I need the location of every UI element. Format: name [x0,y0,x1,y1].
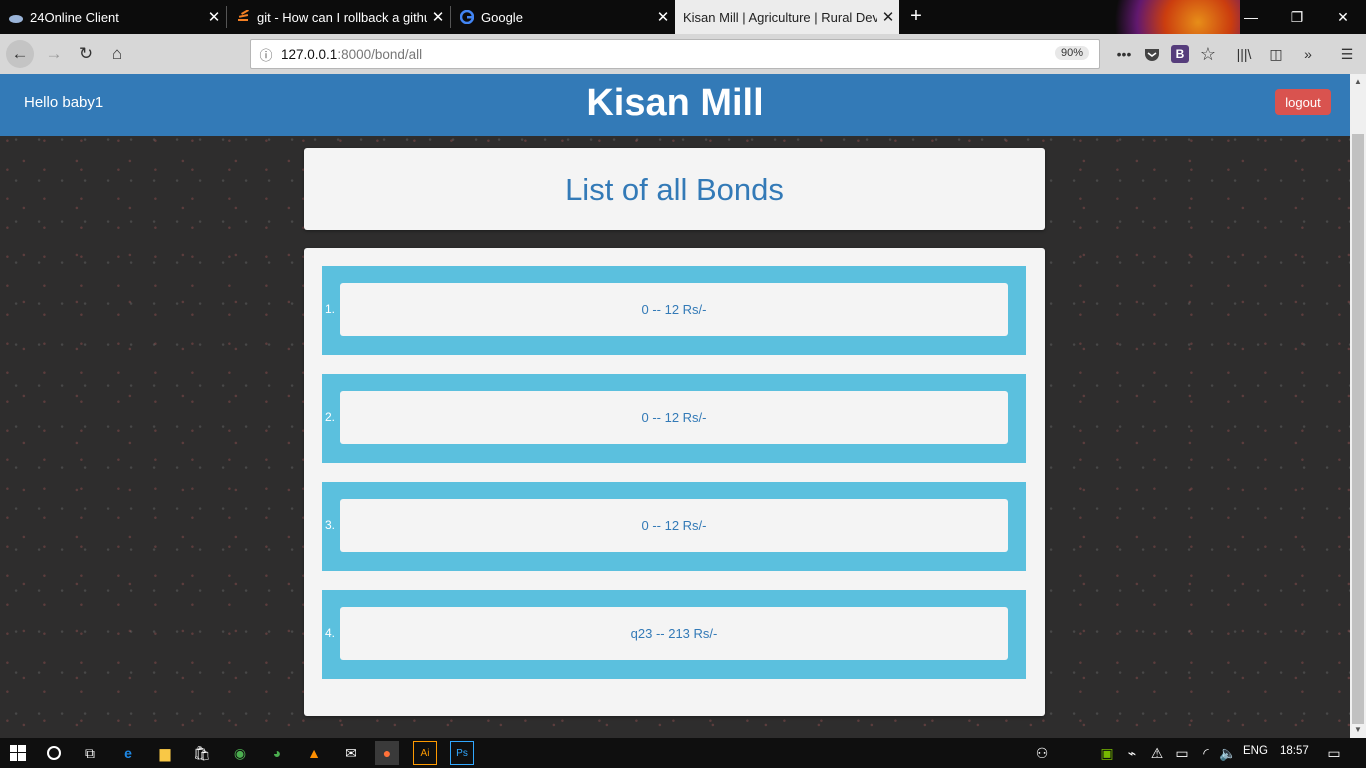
page-viewport: Hello baby1 Kisan Mill logout List of al… [0,74,1350,738]
close-icon[interactable]: ✕ [427,8,449,26]
logout-button[interactable]: logout [1275,89,1331,115]
tab-title: git - How can I rollback a github [257,9,427,25]
language-indicator[interactable]: ENG [1243,745,1268,757]
scroll-up-icon[interactable]: ▲ [1350,74,1366,90]
list-item: 1. 0 -- 12 Rs/- [322,266,1026,355]
sidebar-icon[interactable]: ◫ [1265,43,1287,65]
zoom-level[interactable]: 90% [1054,46,1089,60]
tab-24online[interactable]: 24Online Client ✕ [0,0,225,34]
bond-list-panel: 1. 0 -- 12 Rs/- 2. 0 -- 12 Rs/- 3. 0 -- … [304,248,1045,716]
start-icon[interactable] [6,741,30,765]
illustrator-icon[interactable]: Ai [413,741,437,765]
close-window-icon[interactable]: ✕ [1320,0,1366,34]
wifi-icon[interactable]: ◜ [1194,741,1218,765]
vlc-icon[interactable]: ▲ [302,741,326,765]
bootstrap-extension-icon[interactable]: B [1171,45,1189,63]
tab-google[interactable]: Google ✕ [451,0,674,34]
list-item: 2. 0 -- 12 Rs/- [322,374,1026,463]
more-icon[interactable]: ••• [1113,43,1135,65]
site-brand[interactable]: Kisan Mill [0,82,1350,125]
new-tab-button[interactable]: + [905,4,927,28]
minimize-icon[interactable]: — [1228,0,1274,34]
list-item-number: 4. [325,626,336,640]
chrome-alt-icon[interactable]: ◉ [228,741,252,765]
firefox-icon[interactable]: ● [375,741,399,765]
close-icon[interactable]: ✕ [652,8,674,26]
close-icon[interactable]: ✕ [877,8,899,26]
notification-icon[interactable]: ▭ [1322,741,1346,765]
people-icon[interactable]: ⚇ [1030,741,1054,765]
navigation-toolbar: ← → ↻ ⌂ ⓘ 127.0.0.1 :8000/bond/all 90% •… [0,34,1366,74]
tab-title: Kisan Mill | Agriculture | Rural Develop… [683,9,877,25]
battery-icon[interactable]: ▭ [1170,741,1194,765]
cortana-icon[interactable] [42,741,66,765]
task-view-icon[interactable]: ⧉ [78,741,102,765]
windows-taskbar: ⧉ e ▆ 🛍 ◉ ◕ ▲ ✉ ● Ai Ps ⚇ ▣ ⌁ ⚠ ▭ ◜ 🔈 EN… [0,738,1366,768]
scroll-down-icon[interactable]: ▼ [1350,722,1366,738]
bookmark-star-icon[interactable]: ☆ [1197,43,1219,65]
chrome-icon[interactable]: ◕ [265,741,289,765]
cloud-icon [8,9,24,25]
mail-icon[interactable]: ✉ [339,741,363,765]
store-icon[interactable]: 🛍 [190,741,214,765]
site-header: Hello baby1 Kisan Mill logout [0,74,1350,136]
home-icon[interactable]: ⌂ [103,40,131,68]
bond-card[interactable]: 0 -- 12 Rs/- [340,283,1008,336]
close-icon[interactable]: ✕ [203,8,225,26]
title-panel: List of all Bonds [304,148,1045,230]
library-icon[interactable]: |||\ [1233,43,1255,65]
url-host: 127.0.0.1 [281,46,338,62]
bond-card[interactable]: 0 -- 12 Rs/- [340,391,1008,444]
browser-tab-strip: 24Online Client ✕ git - How can I rollba… [0,0,1366,74]
bond-card[interactable]: 0 -- 12 Rs/- [340,499,1008,552]
list-item-number: 2. [325,410,336,424]
list-item-number: 1. [325,302,336,316]
vertical-scrollbar[interactable]: ▲ ▼ [1350,74,1366,738]
edge-icon[interactable]: e [116,741,140,765]
restore-icon[interactable]: ❐ [1274,0,1320,34]
network-icon[interactable]: ⌁ [1120,741,1144,765]
file-explorer-icon[interactable]: ▆ [153,741,177,765]
menu-icon[interactable]: ☰ [1336,43,1358,65]
list-item-number: 3. [325,518,336,532]
volume-icon[interactable]: 🔈 [1216,741,1240,765]
page-title: List of all Bonds [565,172,784,207]
list-item: 3. 0 -- 12 Rs/- [322,482,1026,571]
bond-card[interactable]: q23 -- 213 Rs/- [340,607,1008,660]
info-icon[interactable]: ⓘ [251,45,281,64]
usb-icon[interactable]: ⚠ [1145,741,1169,765]
url-path: :8000/bond/all [337,46,423,62]
nvidia-icon[interactable]: ▣ [1095,741,1119,765]
stack-overflow-icon [235,9,251,25]
overflow-icon[interactable]: » [1297,43,1319,65]
clock[interactable]: 18:57 [1280,745,1309,757]
url-bar[interactable]: ⓘ 127.0.0.1 :8000/bond/all 90% [250,39,1100,69]
reload-icon[interactable]: ↻ [72,40,100,68]
tab-kisan-mill[interactable]: Kisan Mill | Agriculture | Rural Develop… [675,0,899,34]
scroll-thumb[interactable] [1352,134,1364,724]
forward-icon[interactable]: → [40,40,68,68]
tab-title: Google [481,9,523,25]
list-item: 4. q23 -- 213 Rs/- [322,590,1026,679]
tab-git[interactable]: git - How can I rollback a github ✕ [227,0,449,34]
pocket-icon[interactable] [1141,43,1163,65]
tab-title: 24Online Client [30,9,119,25]
photoshop-icon[interactable]: Ps [450,741,474,765]
back-icon[interactable]: ← [6,40,34,68]
google-icon [459,9,475,25]
